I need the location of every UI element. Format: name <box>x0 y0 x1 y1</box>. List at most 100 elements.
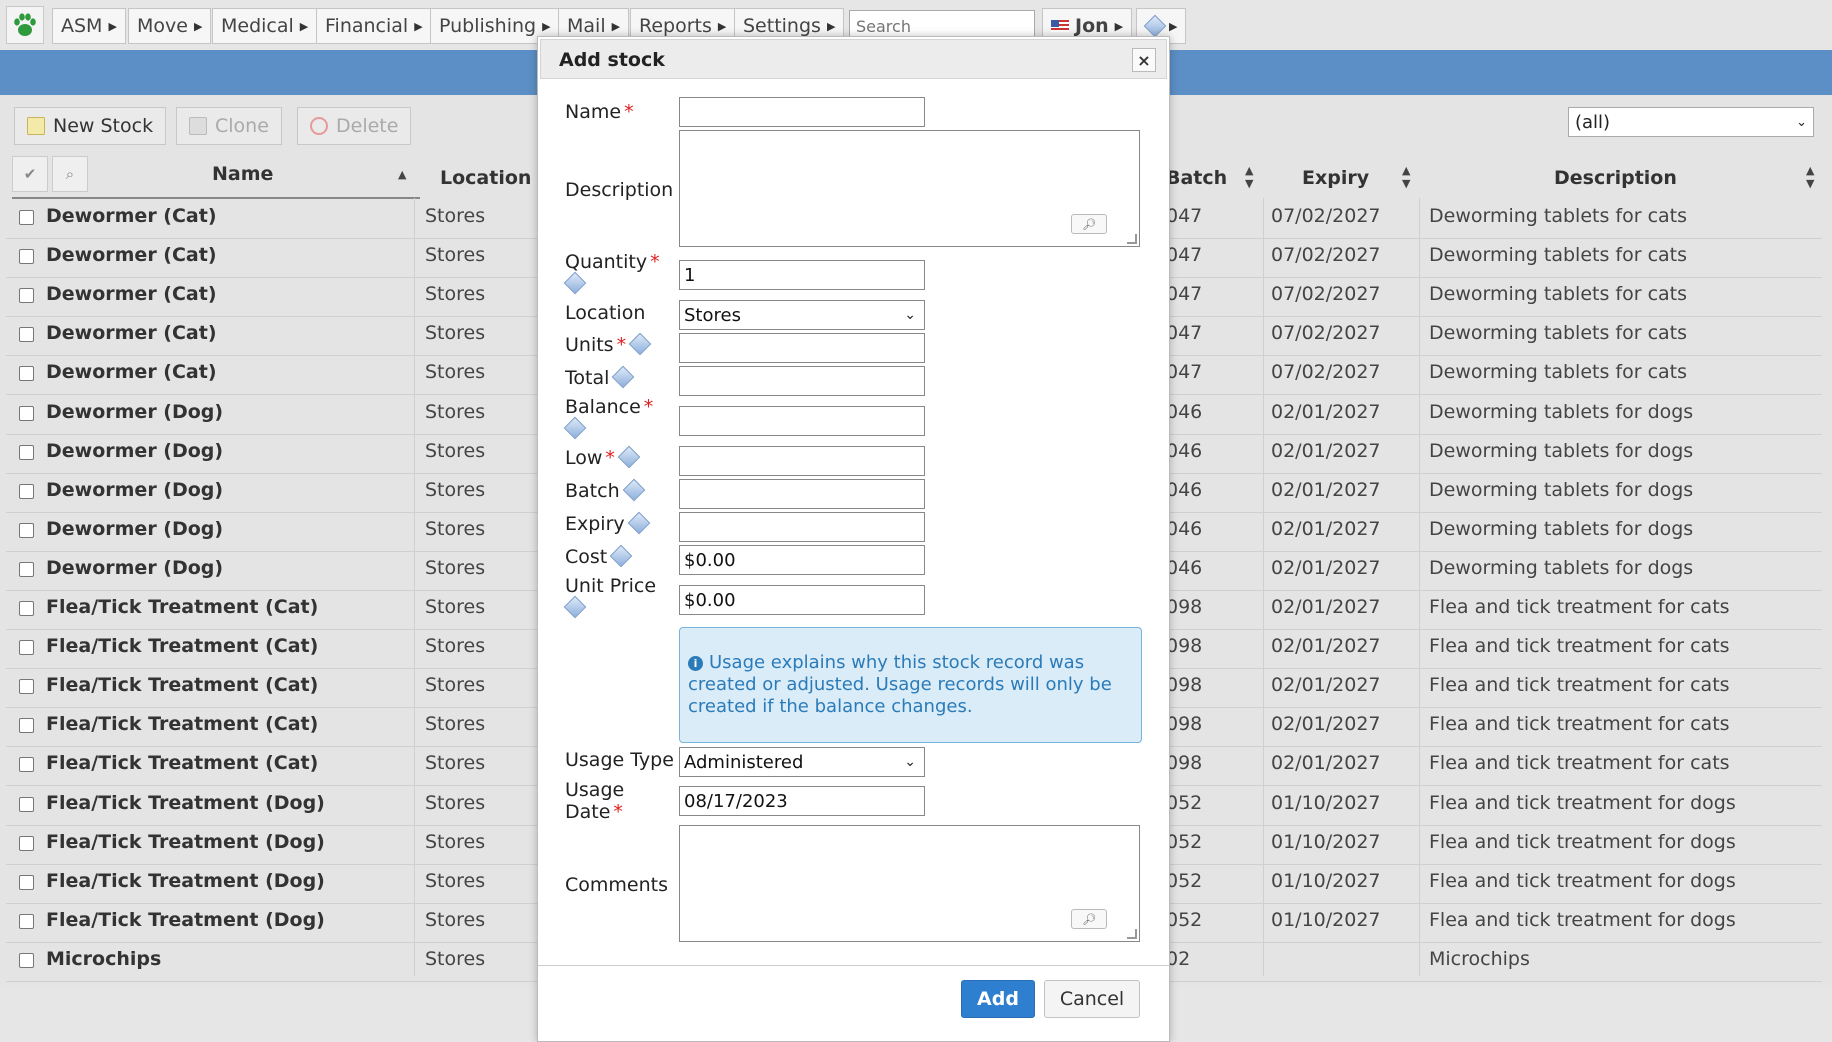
help-diamond-icon[interactable] <box>627 511 650 535</box>
description-textarea[interactable]: 🔎︎ <box>679 130 1140 247</box>
help-diamond-icon[interactable] <box>612 365 635 389</box>
cell-name[interactable]: Dewormer (Dog) <box>46 518 223 540</box>
resize-handle[interactable] <box>1127 929 1137 939</box>
column-header-expiry[interactable]: Expiry <box>1302 154 1369 202</box>
cell-name[interactable]: Dewormer (Dog) <box>46 440 223 462</box>
nav-menu-move[interactable]: Move ▶ <box>128 8 212 44</box>
column-header-description[interactable]: Description <box>1554 154 1677 202</box>
row-checkbox[interactable] <box>19 679 34 695</box>
nav-label: Mail <box>567 15 606 37</box>
new-stock-button[interactable]: New Stock <box>14 107 167 145</box>
cell-name[interactable]: Flea/Tick Treatment (Cat) <box>46 713 318 735</box>
help-diamond-icon[interactable] <box>628 332 652 356</box>
help-diamond-icon[interactable] <box>563 271 587 295</box>
row-checkbox[interactable] <box>19 249 34 265</box>
cell-name[interactable]: Flea/Tick Treatment (Dog) <box>46 870 325 892</box>
total-field[interactable] <box>679 366 925 396</box>
resize-handle[interactable] <box>1127 234 1137 244</box>
cell-batch: 047 <box>1166 322 1203 345</box>
balance-field[interactable] <box>679 406 925 436</box>
row-checkbox[interactable] <box>19 757 34 773</box>
cell-name[interactable]: Dewormer (Dog) <box>46 479 223 501</box>
row-checkbox[interactable] <box>19 288 34 304</box>
caret-right-icon: ▶ <box>611 19 621 33</box>
cell-name[interactable]: Dewormer (Cat) <box>46 322 217 344</box>
row-checkbox[interactable] <box>19 913 34 929</box>
close-icon[interactable]: × <box>1132 48 1156 72</box>
row-checkbox[interactable] <box>19 444 34 460</box>
row-checkbox[interactable] <box>19 327 34 343</box>
usage-type-select[interactable]: Administered ⌄ <box>679 747 925 777</box>
zoom-icon[interactable]: 🔎︎ <box>1071 214 1107 234</box>
cell-name[interactable]: Flea/Tick Treatment (Cat) <box>46 596 318 618</box>
row-checkbox[interactable] <box>19 561 34 577</box>
help-diamond-icon[interactable] <box>622 478 645 502</box>
row-checkbox[interactable] <box>19 601 34 616</box>
cell-name[interactable]: Flea/Tick Treatment (Cat) <box>46 752 318 774</box>
usage-date-field[interactable] <box>679 786 925 816</box>
cell-name[interactable]: Dewormer (Cat) <box>46 361 217 383</box>
sort-icon[interactable]: ▲ ▼ <box>1402 164 1410 190</box>
column-header-batch[interactable]: Batch <box>1166 154 1227 202</box>
add-button[interactable]: Add <box>961 980 1035 1018</box>
row-checkbox[interactable] <box>19 522 34 538</box>
row-checkbox[interactable] <box>19 640 34 656</box>
cancel-button[interactable]: Cancel <box>1044 980 1140 1018</box>
cell-location: Stores <box>425 752 486 775</box>
row-checkbox[interactable] <box>19 835 34 851</box>
paw-logo-icon[interactable] <box>6 6 44 44</box>
batch-field[interactable] <box>679 479 925 509</box>
cell-batch: 046 <box>1166 478 1203 501</box>
cell-name[interactable]: Flea/Tick Treatment (Dog) <box>46 831 325 853</box>
cell-name[interactable]: Flea/Tick Treatment (Cat) <box>46 674 318 696</box>
row-checkbox[interactable] <box>19 874 34 890</box>
low-field[interactable] <box>679 446 925 476</box>
check-all-icon[interactable]: ✔ <box>12 156 48 192</box>
cell-location: Stores <box>425 635 486 658</box>
help-diamond-icon[interactable] <box>609 544 633 568</box>
nav-menu-financial[interactable]: Financial ▶ <box>316 8 432 44</box>
row-checkbox[interactable] <box>19 952 34 968</box>
cell-name[interactable]: Dewormer (Dog) <box>46 557 223 579</box>
zoom-icon[interactable]: 🔎︎ <box>1071 909 1107 929</box>
filter-search-icon[interactable]: ⌕ <box>52 156 88 192</box>
cell-name[interactable]: Flea/Tick Treatment (Dog) <box>46 792 325 814</box>
unit-price-field[interactable] <box>679 585 925 615</box>
row-checkbox[interactable] <box>19 718 34 734</box>
label-text: Batch <box>565 480 620 502</box>
cell-location: Stores <box>425 830 486 853</box>
row-checkbox[interactable] <box>19 210 34 225</box>
name-field[interactable] <box>679 97 925 127</box>
sort-icon[interactable]: ▲ ▼ <box>1806 164 1814 190</box>
location-filter-select[interactable]: (all) ⌄ <box>1568 107 1814 137</box>
clone-button[interactable]: Clone <box>176 107 282 145</box>
sort-asc-icon[interactable]: ▲ <box>398 168 406 181</box>
column-header-name[interactable]: Name <box>212 150 273 198</box>
cell-name[interactable]: Dewormer (Cat) <box>46 283 217 305</box>
location-select[interactable]: Stores ⌄ <box>679 300 925 330</box>
row-checkbox[interactable] <box>19 405 34 421</box>
units-field[interactable] <box>679 333 925 363</box>
help-diamond-icon[interactable] <box>563 595 587 619</box>
cell-name[interactable]: Dewormer (Cat) <box>46 244 217 266</box>
cell-name[interactable]: Dewormer (Cat) <box>46 205 217 227</box>
delete-button[interactable]: Delete <box>297 107 412 145</box>
cell-name[interactable]: Flea/Tick Treatment (Cat) <box>46 635 318 657</box>
row-checkbox[interactable] <box>19 796 34 812</box>
comments-textarea[interactable]: 🔎︎ <box>679 825 1140 942</box>
row-checkbox[interactable] <box>19 366 34 382</box>
cost-field[interactable] <box>679 545 925 575</box>
cell-name[interactable]: Microchips <box>46 948 161 970</box>
expiry-field[interactable] <box>679 512 925 542</box>
nav-menu-asm[interactable]: ASM ▶ <box>52 8 126 44</box>
nav-menu-medical[interactable]: Medical ▶ <box>212 8 318 44</box>
help-diamond-icon[interactable] <box>617 445 641 469</box>
cell-batch: 052 <box>1166 830 1203 853</box>
help-diamond-icon[interactable] <box>563 416 587 440</box>
quantity-field[interactable] <box>679 260 925 290</box>
sort-icon[interactable]: ▲ ▼ <box>1245 164 1253 190</box>
cell-name[interactable]: Dewormer (Dog) <box>46 401 223 423</box>
column-header-location[interactable]: Location <box>440 154 531 202</box>
cell-name[interactable]: Flea/Tick Treatment (Dog) <box>46 909 325 931</box>
row-checkbox[interactable] <box>19 483 34 499</box>
